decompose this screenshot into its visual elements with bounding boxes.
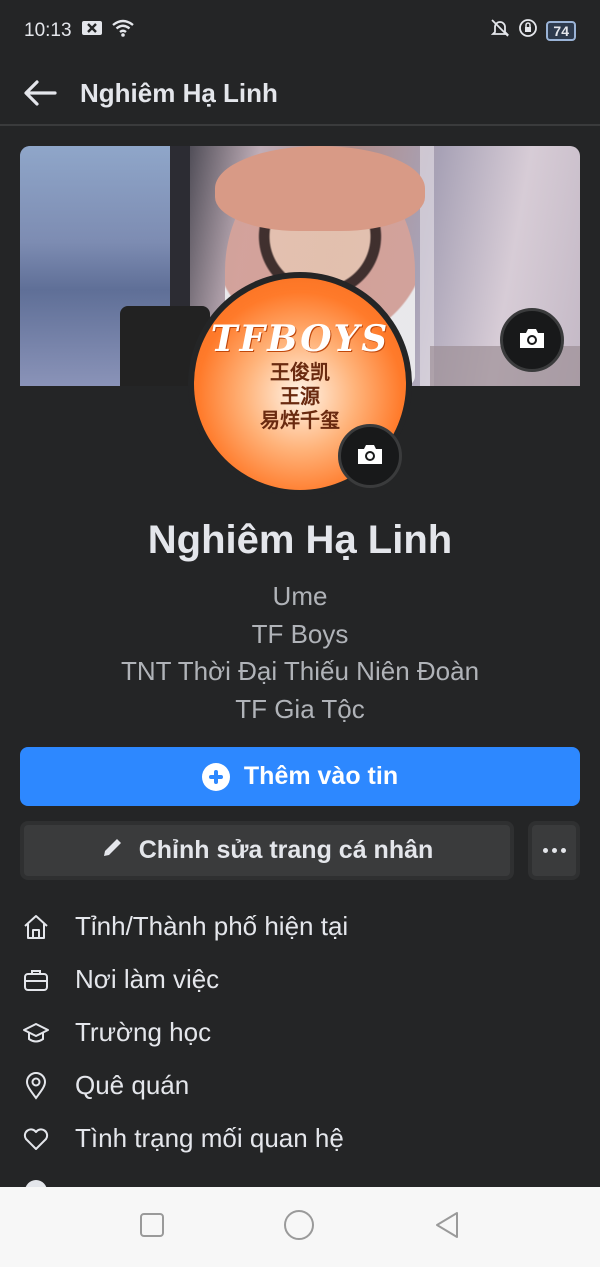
detail-workplace[interactable]: Nơi làm việc [0,953,600,1006]
cover-camera-button[interactable] [500,308,564,372]
detail-current-city[interactable]: Tỉnh/Thành phố hiện tại [0,900,600,953]
status-time: 10:13 [24,20,72,41]
profile-bio: Ume TF Boys TNT Thời Đại Thiếu Niên Đoàn… [0,578,600,728]
detail-school[interactable]: Trường học [0,1006,600,1059]
detail-label: Tình trạng mối quan hệ [75,1123,344,1153]
system-navigation-bar [0,1187,600,1267]
back-triangle-icon[interactable] [433,1210,461,1245]
detail-label: Quê quán [75,1070,190,1100]
bio-line: TNT Thời Đại Thiếu Niên Đoàn [120,656,480,686]
avatar-cjk-line: 王源 [280,384,320,408]
camera-icon [518,326,546,355]
avatar-camera-button[interactable] [338,424,402,488]
detail-label: Nơi làm việc [75,964,220,994]
more-horizontal-icon [542,848,566,853]
location-pin-icon [20,1070,52,1102]
detail-label: Trường học [75,1017,212,1047]
profile-name: Nghiêm Hạ Linh [147,518,453,562]
recent-apps-icon[interactable] [139,1212,165,1243]
status-bar: 10:13 74 [0,0,600,62]
avatar-logo-text: TFBOYS [210,318,390,360]
avatar-cjk-line: 易烊千玺 [260,408,340,432]
bio-line: TF Boys [251,618,349,649]
pencil-icon [101,835,125,866]
home-icon [20,911,52,943]
arrow-left-icon[interactable] [0,61,80,125]
add-to-story-button[interactable]: Thêm vào tin [20,747,580,806]
camera-icon [356,442,384,471]
bell-off-icon [490,18,510,44]
wifi-icon [111,19,134,43]
detail-relationship[interactable]: Tình trạng mối quan hệ [0,1112,600,1165]
briefcase-icon [20,964,52,996]
battery-icon: 74 [546,21,576,41]
edit-profile-label: Chỉnh sửa trang cá nhân [138,836,434,864]
detail-label: Tỉnh/Thành phố hiện tại [75,911,349,941]
add-to-story-label: Thêm vào tin [243,762,399,790]
plus-circle-icon [201,762,230,791]
graduation-cap-icon [20,1017,52,1049]
bio-line: TF Gia Tộc [235,693,365,724]
detail-hometown[interactable]: Quê quán [0,1059,600,1112]
top-bar: Nghiêm Hạ Linh [0,62,600,126]
home-button-icon[interactable] [283,1209,315,1246]
edit-profile-button[interactable]: Chỉnh sửa trang cá nhân [20,821,514,880]
bio-line: Ume [272,581,328,611]
avatar-cjk-line: 王俊凯 [270,360,330,384]
page-title: Nghiêm Hạ Linh [80,77,278,108]
rotation-lock-icon [518,18,538,44]
profile-details-list: Tỉnh/Thành phố hiện tại Nơi làm việc Trư… [0,900,600,1190]
heart-icon [20,1123,52,1155]
more-options-button[interactable] [528,821,580,880]
close-notification-icon [81,20,102,42]
